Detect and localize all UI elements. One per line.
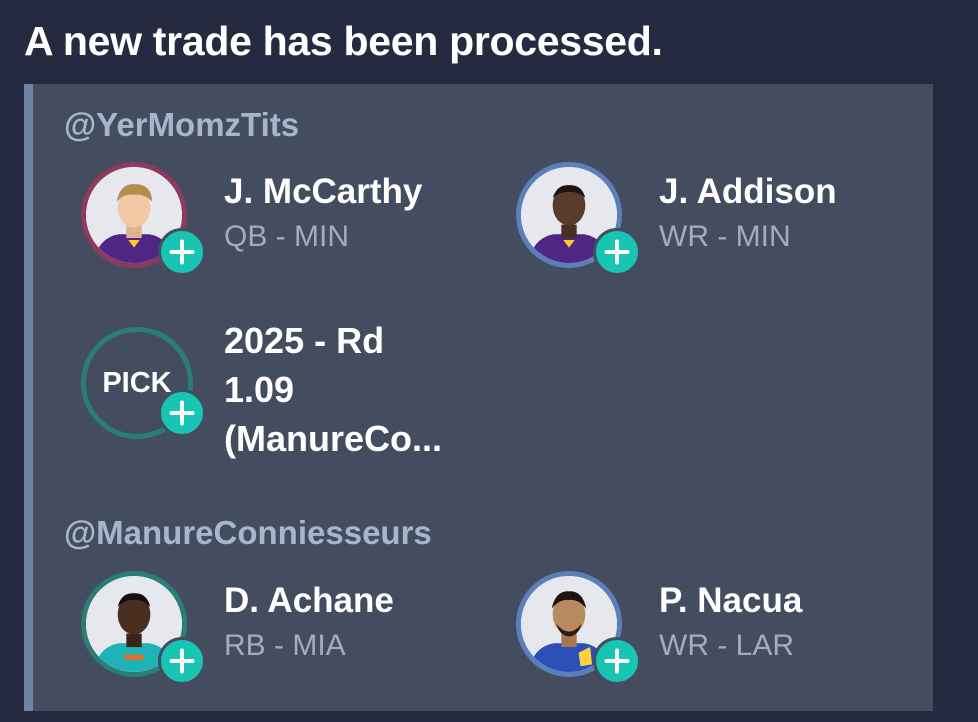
player-name[interactable]: D. Achane [224,581,394,621]
player-asset-nacua[interactable]: P. Nacua WR - LAR [516,571,916,696]
add-player-icon[interactable] [593,637,641,685]
pick-description: 2025 - Rd 1.09 (ManureCo... [224,316,484,463]
player-asset-addison[interactable]: J. Addison WR - MIN [516,162,916,287]
player-name[interactable]: J. Addison [659,172,837,212]
add-player-icon[interactable] [158,228,206,276]
player-asset-achane[interactable]: D. Achane RB - MIA [81,571,481,696]
pick-line-year-round: 2025 - Rd [224,320,385,361]
add-player-icon[interactable] [158,637,206,685]
player-position-team: WR - LAR [659,629,794,662]
player-asset-mccarthy[interactable]: J. McCarthy QB - MIN [81,162,481,287]
player-name[interactable]: P. Nacua [659,581,802,621]
card-accent-bar [24,84,33,711]
player-name[interactable]: J. McCarthy [224,172,422,212]
player-position-team: WR - MIN [659,220,791,253]
draft-pick-asset[interactable]: PICK 2025 - Rd 1.09 (ManureCo... [81,320,501,477]
trade-card: @YerMomzTits J. McCarthy QB - MIN J. Add… [24,84,933,711]
trade-notification-title: A new trade has been processed. [24,18,663,64]
pick-line-owner: (ManureCo... [224,418,443,459]
team-handle-2[interactable]: @ManureConniesseurs [64,514,432,552]
player-position-team: RB - MIA [224,629,346,662]
pick-line-number: 1.09 [224,369,295,410]
add-pick-icon[interactable] [158,389,206,437]
team-handle-1[interactable]: @YerMomzTits [64,106,299,144]
add-player-icon[interactable] [593,228,641,276]
player-position-team: QB - MIN [224,220,349,253]
